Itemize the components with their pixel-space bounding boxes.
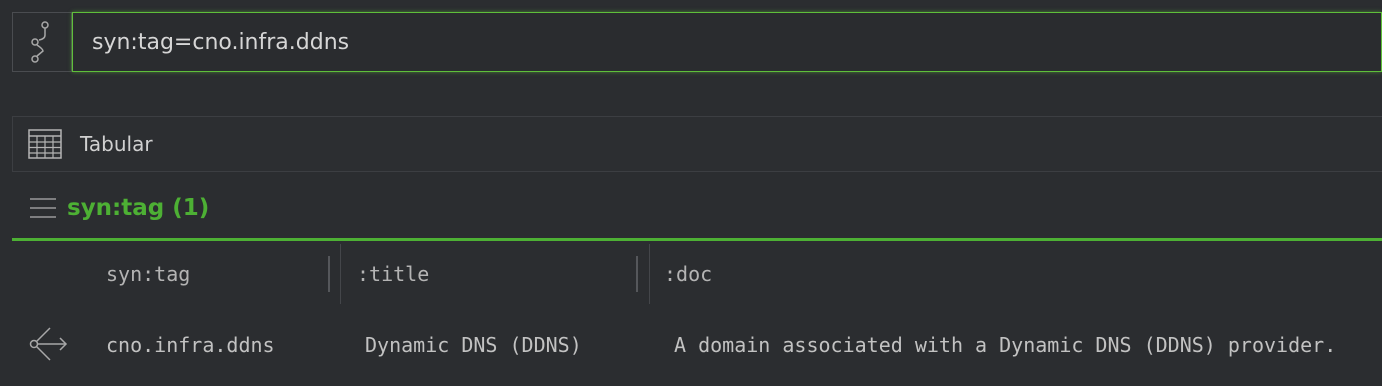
table-row[interactable]: cno.infra.ddns Dynamic DNS (DDNS) A doma… <box>12 314 1382 376</box>
table-icon <box>28 129 62 159</box>
column-resize-handle[interactable] <box>636 256 638 292</box>
query-mode-button[interactable] <box>12 12 72 72</box>
share-node-icon[interactable] <box>28 320 70 368</box>
section-header: syn:tag (1) <box>12 178 1382 241</box>
column-header-syn-tag[interactable]: syn:tag <box>106 244 190 304</box>
view-mode-header[interactable]: Tabular <box>12 116 1382 172</box>
column-header-title[interactable]: :title <box>357 244 429 304</box>
cell-syn-tag[interactable]: cno.infra.ddns <box>106 314 275 376</box>
git-branch-icon <box>31 21 49 63</box>
query-bar <box>12 12 1382 72</box>
column-header-doc[interactable]: :doc <box>664 244 712 304</box>
table-header-row: syn:tag :title :doc <box>12 244 1382 304</box>
column-divider <box>340 244 341 304</box>
app-root: Tabular syn:tag (1) syn:tag :title :doc <box>0 0 1382 386</box>
menu-icon[interactable] <box>29 197 57 219</box>
section-title: syn:tag (1) <box>67 195 210 221</box>
cell-title: Dynamic DNS (DDNS) <box>365 333 582 357</box>
column-resize-handle[interactable] <box>328 256 330 292</box>
view-mode-label: Tabular <box>80 132 153 156</box>
column-divider <box>649 244 650 304</box>
cell-doc: A domain associated with a Dynamic DNS (… <box>674 333 1337 357</box>
query-input[interactable] <box>72 12 1382 72</box>
